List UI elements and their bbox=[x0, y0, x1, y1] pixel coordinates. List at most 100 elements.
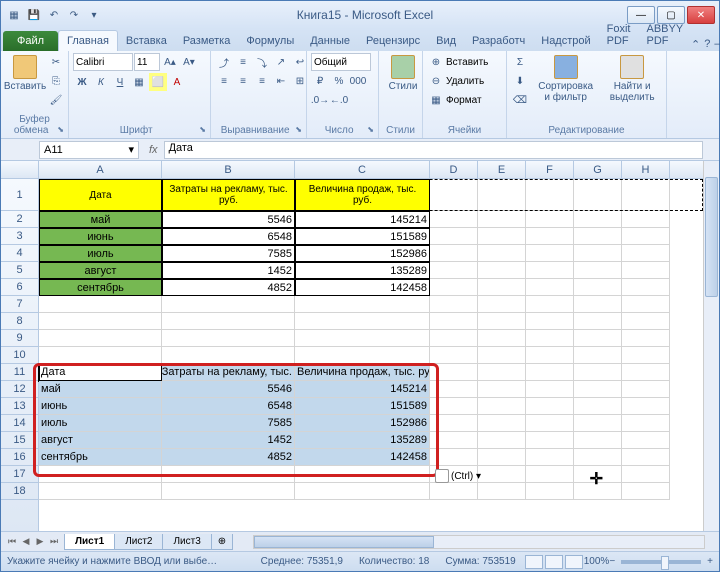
tab-developer[interactable]: Разработч bbox=[464, 31, 533, 51]
scroll-thumb[interactable] bbox=[705, 177, 718, 297]
cell[interactable]: май bbox=[39, 381, 162, 398]
zoom-out-icon[interactable]: − bbox=[609, 556, 615, 567]
cell[interactable]: август bbox=[39, 432, 162, 449]
format-cells-button[interactable]: ▦Формат bbox=[427, 91, 482, 109]
formula-input[interactable]: Дата bbox=[164, 141, 703, 159]
tab-layout[interactable]: Разметка bbox=[175, 31, 239, 51]
minimize-ribbon-icon[interactable]: ⌃ bbox=[691, 38, 700, 51]
row-header[interactable]: 13 bbox=[1, 398, 38, 415]
row-header[interactable]: 12 bbox=[1, 381, 38, 398]
row-header[interactable]: 14 bbox=[1, 415, 38, 432]
col-header[interactable]: G bbox=[574, 161, 622, 178]
number-format-select[interactable] bbox=[311, 53, 371, 71]
page-break-icon[interactable] bbox=[565, 555, 583, 569]
cut-icon[interactable]: ✂ bbox=[47, 53, 65, 71]
cell[interactable]: Затраты на рекламу, тыс. руб. bbox=[162, 179, 295, 211]
cell[interactable]: 151589 bbox=[295, 398, 430, 415]
tab-abbyy[interactable]: ABBYY PDF bbox=[639, 19, 692, 51]
align-right-icon[interactable]: ≡ bbox=[253, 72, 271, 90]
cell[interactable]: 135289 bbox=[295, 432, 430, 449]
inc-decimal-icon[interactable]: .0→ bbox=[311, 91, 329, 109]
align-bot-icon[interactable]: ⤵ bbox=[253, 53, 271, 71]
select-all-corner[interactable] bbox=[1, 161, 39, 179]
currency-icon[interactable]: ₽ bbox=[311, 72, 329, 90]
cell[interactable]: июнь bbox=[39, 398, 162, 415]
shrink-font-icon[interactable]: A▾ bbox=[180, 53, 198, 71]
bold-icon[interactable]: Ж bbox=[73, 73, 91, 91]
tab-formulas[interactable]: Формулы bbox=[238, 31, 302, 51]
comma-icon[interactable]: 000 bbox=[349, 72, 367, 90]
autosum-icon[interactable]: Σ bbox=[511, 53, 529, 71]
row-header[interactable]: 8 bbox=[1, 313, 38, 330]
name-box[interactable]: A11▾ bbox=[39, 141, 139, 159]
tab-data[interactable]: Данные bbox=[302, 31, 358, 51]
percent-icon[interactable]: % bbox=[330, 72, 348, 90]
col-header[interactable]: H bbox=[622, 161, 670, 178]
worksheet-grid[interactable]: A B C D E F G H 1 2 3 4 5 6 7 8 9 10 11 … bbox=[1, 161, 719, 531]
last-sheet-icon[interactable]: ⏭ bbox=[47, 536, 61, 547]
delete-cells-button[interactable]: ⊖Удалить bbox=[427, 72, 484, 90]
clipboard-launcher-icon[interactable]: ⬊ bbox=[57, 125, 64, 134]
zoom-level[interactable]: 100% bbox=[584, 556, 610, 567]
redo-icon[interactable]: ↷ bbox=[65, 6, 83, 24]
italic-icon[interactable]: К bbox=[92, 73, 110, 91]
row-header[interactable]: 7 bbox=[1, 296, 38, 313]
align-center-icon[interactable]: ≡ bbox=[234, 72, 252, 90]
tab-review[interactable]: Рецензирс bbox=[358, 31, 428, 51]
col-header[interactable]: D bbox=[430, 161, 478, 178]
cell[interactable]: Дата bbox=[39, 179, 162, 211]
underline-icon[interactable]: Ч bbox=[111, 73, 129, 91]
clear-icon[interactable]: ⌫ bbox=[511, 91, 529, 109]
qat-dropdown-icon[interactable]: ▾ bbox=[85, 6, 103, 24]
normal-view-icon[interactable] bbox=[525, 555, 543, 569]
align-mid-icon[interactable]: ≡ bbox=[234, 53, 252, 71]
indent-dec-icon[interactable]: ⇤ bbox=[272, 72, 290, 90]
cell[interactable]: 1452 bbox=[162, 432, 295, 449]
col-header[interactable]: E bbox=[478, 161, 526, 178]
row-header[interactable]: 16 bbox=[1, 449, 38, 466]
row-header[interactable]: 1 bbox=[1, 179, 38, 211]
chevron-down-icon[interactable]: ▾ bbox=[128, 143, 134, 156]
cell[interactable]: 1452 bbox=[162, 262, 295, 279]
font-launcher-icon[interactable]: ⬊ bbox=[199, 125, 206, 134]
prev-sheet-icon[interactable]: ◀ bbox=[19, 536, 33, 547]
find-select-button[interactable]: Найти и выделить bbox=[602, 53, 662, 105]
cells[interactable]: Дата Затраты на рекламу, тыс. руб. Велич… bbox=[39, 179, 703, 531]
row-header[interactable]: 4 bbox=[1, 245, 38, 262]
paste-button[interactable]: Вставить bbox=[5, 53, 45, 94]
file-tab[interactable]: Файл bbox=[3, 31, 58, 51]
font-name-select[interactable] bbox=[73, 53, 133, 71]
fill-icon[interactable]: ⬇ bbox=[511, 72, 529, 90]
cell[interactable]: 145214 bbox=[295, 211, 430, 228]
cell[interactable]: 152986 bbox=[295, 415, 430, 432]
col-header[interactable]: C bbox=[295, 161, 430, 178]
first-sheet-icon[interactable]: ⏮ bbox=[5, 536, 19, 547]
border-icon[interactable]: ▦ bbox=[130, 73, 148, 91]
new-sheet-button[interactable]: ⊕ bbox=[211, 534, 233, 550]
paste-options-button[interactable]: (Ctrl) ▾ bbox=[435, 469, 481, 483]
cell[interactable]: июль bbox=[39, 415, 162, 432]
sheet-tab[interactable]: Лист3 bbox=[162, 534, 211, 550]
align-left-icon[interactable]: ≡ bbox=[215, 72, 233, 90]
fx-icon[interactable]: fx bbox=[143, 144, 164, 156]
zoom-in-icon[interactable]: + bbox=[707, 556, 713, 567]
scroll-thumb[interactable] bbox=[254, 536, 434, 548]
tab-foxit[interactable]: Foxit PDF bbox=[599, 19, 639, 51]
cell[interactable]: 145214 bbox=[295, 381, 430, 398]
cell[interactable]: Затраты на рекламу, тыс. bbox=[162, 364, 295, 381]
insert-cells-button[interactable]: ⊕Вставить bbox=[427, 53, 488, 71]
cell[interactable]: 5546 bbox=[162, 211, 295, 228]
cell[interactable]: 4852 bbox=[162, 279, 295, 296]
row-header[interactable]: 11 bbox=[1, 364, 38, 381]
cell[interactable]: 142458 bbox=[295, 449, 430, 466]
tab-view[interactable]: Вид bbox=[428, 31, 464, 51]
copy-icon[interactable]: ⎘ bbox=[47, 72, 65, 90]
sort-filter-button[interactable]: Сортировка и фильтр bbox=[531, 53, 600, 105]
cell[interactable]: сентябрь bbox=[39, 449, 162, 466]
row-header[interactable]: 6 bbox=[1, 279, 38, 296]
row-header[interactable]: 2 bbox=[1, 211, 38, 228]
fill-color-icon[interactable]: ⬜ bbox=[149, 73, 167, 91]
cell[interactable]: июль bbox=[39, 245, 162, 262]
sheet-tab[interactable]: Лист2 bbox=[114, 534, 163, 550]
cell[interactable]: 152986 bbox=[295, 245, 430, 262]
